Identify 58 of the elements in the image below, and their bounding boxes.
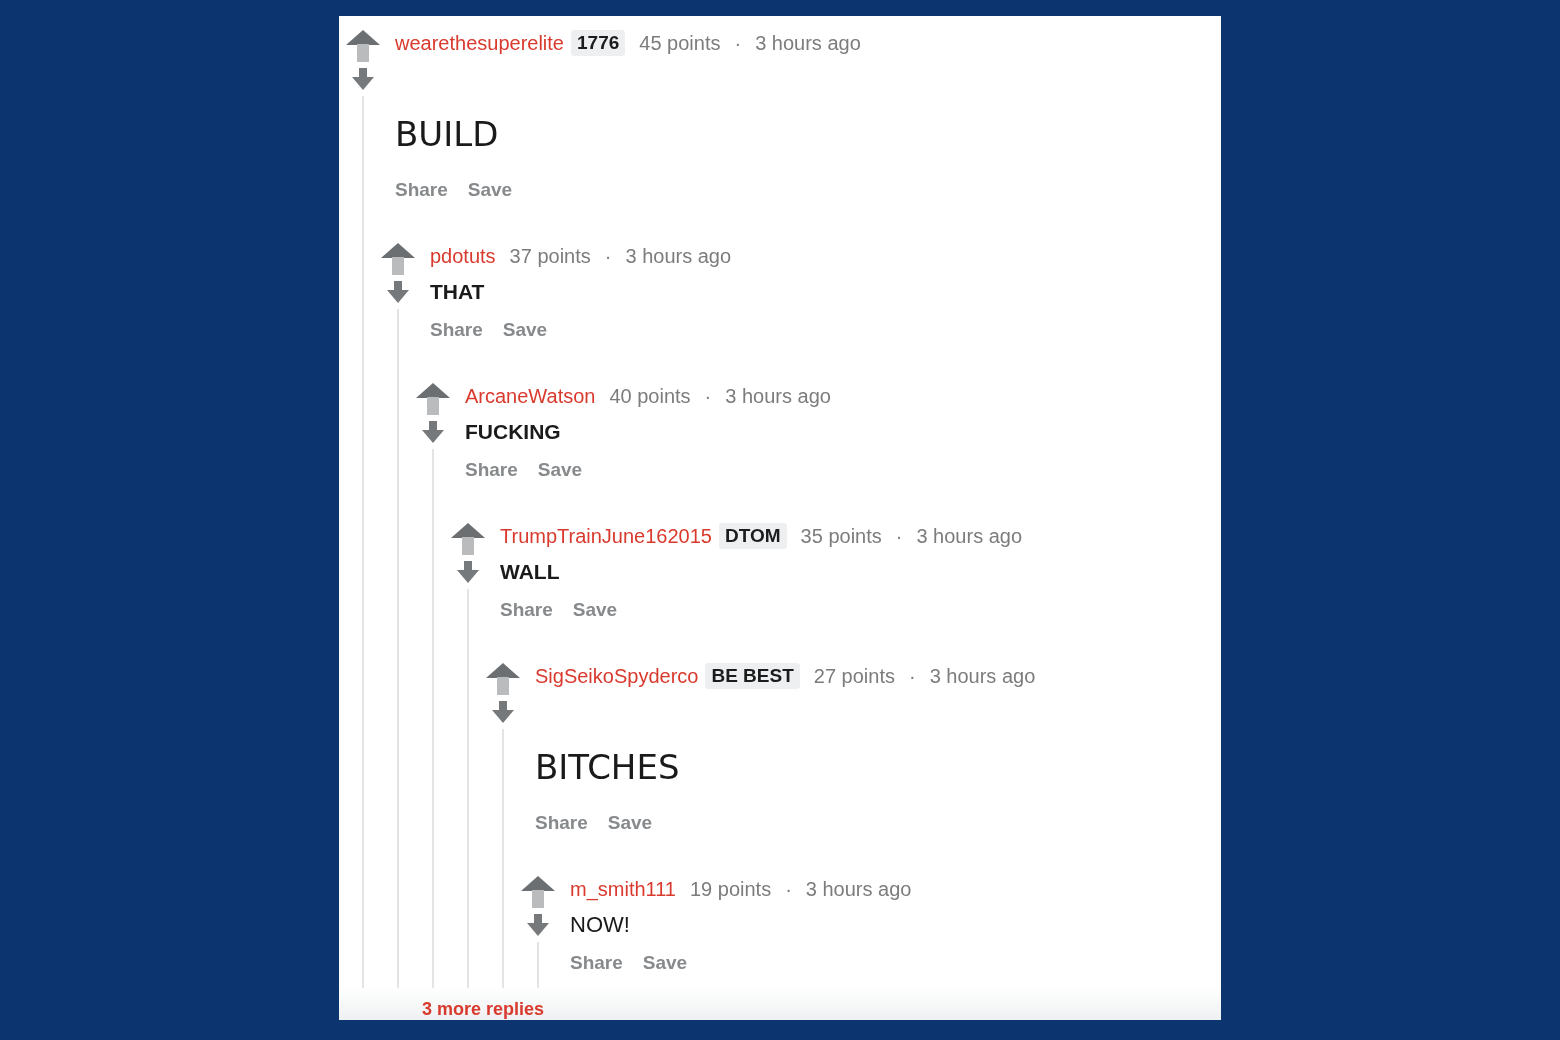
meta-separator: · [895,524,903,549]
save-button[interactable]: Save [642,950,688,976]
share-button[interactable]: Share [465,457,518,483]
share-button[interactable]: Share [430,317,483,343]
share-button[interactable]: Share [395,177,448,203]
comment-text: WALL [500,559,560,585]
save-button[interactable]: Save [502,317,548,343]
points-count: 40 points [609,384,691,409]
upvote-icon[interactable] [346,30,380,62]
downvote-icon[interactable] [457,561,479,583]
comment-text: FUCKING [465,419,561,445]
timestamp: 3 hours ago [755,31,861,56]
user-flair: BE BEST [705,663,800,689]
more-replies-link[interactable]: 3 more replies [422,998,545,1020]
save-button[interactable]: Save [572,597,618,623]
save-button[interactable]: Save [607,810,653,836]
downvote-icon[interactable] [527,914,549,936]
save-button[interactable]: Save [537,457,583,483]
downvote-icon[interactable] [492,701,514,723]
points-count: 37 points [509,244,591,269]
meta-separator: · [734,31,742,56]
timestamp: 3 hours ago [929,664,1036,689]
upvote-icon[interactable] [451,523,485,555]
upvote-icon[interactable] [381,243,415,275]
points-count: 19 points [689,877,772,902]
downvote-icon[interactable] [422,421,444,443]
meta-separator: · [604,244,612,269]
share-button[interactable]: Share [535,810,588,836]
timestamp: 3 hours ago [805,877,912,902]
save-button[interactable]: Save [467,177,513,203]
comment-text: BITCHES [535,746,680,788]
upvote-icon[interactable] [521,876,555,908]
meta-separator: · [785,877,792,902]
username-link[interactable]: SigSeikoSpyderco [535,663,699,689]
user-flair: 1776 [571,30,626,56]
downvote-icon[interactable] [352,68,374,90]
points-count: 35 points [800,524,882,549]
share-button[interactable]: Share [500,597,553,623]
points-count: 45 points [639,31,721,56]
username-link[interactable]: TrumpTrainJune162015 [500,523,712,549]
meta-separator: · [704,384,712,409]
timestamp: 3 hours ago [725,384,831,409]
username-link[interactable]: wearethesuperelite [395,30,564,56]
meta-separator: · [908,664,916,689]
comment-text: NOW! [570,911,630,939]
points-count: 27 points [813,664,895,689]
username-link[interactable]: pdotuts [430,243,496,269]
timestamp: 3 hours ago [625,244,732,269]
downvote-icon[interactable] [387,281,409,303]
upvote-icon[interactable] [416,383,450,415]
comment-text: THAT [430,279,485,305]
share-button[interactable]: Share [570,950,623,976]
upvote-icon[interactable] [486,663,520,695]
timestamp: 3 hours ago [916,524,1023,549]
comment-text: BUILD [395,113,499,155]
username-link[interactable]: m_smith111 [570,876,676,902]
user-flair: DTOM [719,523,787,549]
username-link[interactable]: ArcaneWatson [465,383,596,409]
